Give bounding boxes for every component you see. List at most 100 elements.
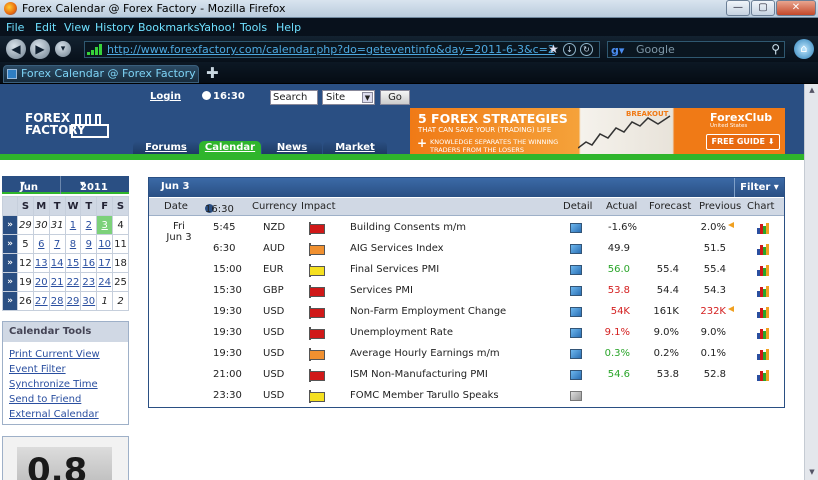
nav-tab-calendar[interactable]: Calendar [199,141,261,155]
calendar-day-link[interactable]: 17 [98,258,111,269]
table-row[interactable]: 19:30 USD Average Hourly Earnings m/m 0.… [149,344,784,365]
vertical-scrollbar[interactable]: ▲ ▼ [804,84,818,480]
dropdown-arrow-icon[interactable]: ▼ [362,92,373,103]
impact-flag-icon[interactable] [309,222,326,235]
table-row[interactable]: 19:30 USD Unemployment Rate 9.1% 9.0% 9.… [149,323,784,344]
bookmark-star-icon[interactable]: ★ [547,43,560,56]
impact-flag-icon[interactable] [309,369,326,382]
calendar-day[interactable]: 18 [112,253,129,273]
maximize-button[interactable]: ▢ [751,0,775,16]
menu-bookmarks[interactable]: Bookmarks [138,21,199,34]
calendar-day-link[interactable]: 7 [54,239,60,250]
chart-icon[interactable] [757,370,770,381]
event-title[interactable]: ISM Non-Manufacturing PMI [350,369,488,380]
calendar-day[interactable]: 11 [112,234,129,254]
forward-button[interactable]: ▶ [30,39,50,59]
chart-icon[interactable] [757,307,770,318]
back-button[interactable]: ◀ [6,39,26,59]
calendar-day[interactable]: 13 [32,253,50,273]
table-row[interactable]: 21:00 USD ISM Non-Manufacturing PMI 54.6… [149,365,784,386]
header-clock[interactable]: 16:30 [202,91,245,102]
chart-icon[interactable] [757,349,770,360]
calendar-day-link[interactable]: 9 [86,239,92,250]
calendar-day-link[interactable]: 30 [82,296,95,307]
detail-folder-icon[interactable] [570,349,582,359]
calendar-day[interactable]: 6 [32,234,50,254]
close-button[interactable]: ✕ [776,0,816,16]
new-tab-plus-icon[interactable]: ✚ [206,64,219,82]
nav-tab-forums[interactable]: Forums [133,141,199,155]
year-selector[interactable]: 2011 ▾ [80,179,108,193]
calendar-day[interactable]: 15 [64,253,82,273]
event-title[interactable]: Average Hourly Earnings m/m [350,348,500,359]
calendar-day-link[interactable]: 20 [35,277,48,288]
table-row[interactable]: 23:30 USD FOMC Member Tarullo Speaks [149,386,784,407]
dropdown-history-icon[interactable]: ▾ [55,41,71,57]
calendar-day-link[interactable]: 13 [35,258,48,269]
synchronize-time-link[interactable]: Synchronize Time [3,377,128,392]
detail-folder-icon[interactable] [570,307,582,317]
calendar-day-link[interactable]: 28 [51,296,64,307]
event-title[interactable]: AIG Services Index [350,243,444,254]
nav-tab-market[interactable]: Market [323,141,387,155]
scroll-down-icon[interactable]: ▼ [807,468,817,478]
calendar-day[interactable]: 14 [48,253,66,273]
go-button[interactable]: Go [380,90,410,105]
table-row[interactable]: 5:45 NZD Building Consents m/m -1.6% 2.0… [149,218,784,239]
calendar-day[interactable]: 21 [48,272,66,292]
table-row[interactable]: 19:30 USD Non-Farm Employment Change 54K… [149,302,784,323]
table-row[interactable]: 6:30 AUD AIG Services Index 49.9 51.5 [149,239,784,260]
detail-folder-icon[interactable] [570,391,582,401]
calendar-day-link[interactable]: 24 [98,277,111,288]
month-selector[interactable]: Jun ▾ [20,179,38,193]
impact-flag-icon[interactable] [309,390,326,403]
calendar-day[interactable]: 29 [17,215,34,235]
calendar-day-link[interactable]: 14 [51,258,64,269]
home-icon[interactable]: ⌂ [794,39,814,59]
calendar-day-link[interactable]: 16 [82,258,95,269]
calendar-day[interactable]: 3 [96,215,114,235]
calendar-day[interactable]: 17 [96,253,114,273]
calendar-day-link[interactable]: 15 [67,258,80,269]
google-icon[interactable]: g▾ [611,43,624,58]
feed-icon[interactable]: ↓ [563,43,576,56]
calendar-day[interactable]: 1 [64,215,82,235]
event-title[interactable]: Building Consents m/m [350,222,466,233]
minimize-button[interactable]: — [726,0,750,16]
calendar-day[interactable]: 5 [17,234,34,254]
calendar-day[interactable]: 30 [80,291,98,311]
impact-flag-icon[interactable] [309,243,326,256]
impact-flag-icon[interactable] [309,264,326,277]
event-title[interactable]: Final Services PMI [350,264,439,275]
calendar-day[interactable]: 20 [32,272,50,292]
calendar-day[interactable]: 16 [80,253,98,273]
calendar-day[interactable]: 26 [17,291,34,311]
table-row[interactable]: 15:00 EUR Final Services PMI 56.0 55.4 5… [149,260,784,281]
calendar-day-link[interactable]: 22 [67,277,80,288]
impact-flag-icon[interactable] [309,348,326,361]
detail-folder-icon[interactable] [570,370,582,380]
filter-button[interactable]: Filter ▾ [734,178,784,197]
chart-icon[interactable] [757,265,770,276]
week-link[interactable]: » [2,291,18,311]
calendar-day-link[interactable]: 1 [70,220,76,231]
calendar-day[interactable]: 23 [80,272,98,292]
calendar-day[interactable]: 24 [96,272,114,292]
menu-history[interactable]: History [95,21,134,34]
chart-icon[interactable] [757,286,770,297]
tab-forex-calendar[interactable]: Forex Calendar @ Forex Factory [3,65,199,83]
advertisement-banner[interactable]: 5 FOREX STRATEGIES THAT CAN SAVE YOUR (T… [410,108,785,156]
calendar-day-link[interactable]: 27 [35,296,48,307]
search-scope-select[interactable]: Site ▼ [322,90,375,105]
calendar-day[interactable]: 28 [48,291,66,311]
calendar-day[interactable]: 4 [112,215,129,235]
chart-icon[interactable] [757,244,770,255]
calendar-day[interactable]: 8 [64,234,82,254]
week-link[interactable]: » [2,234,18,254]
reload-icon[interactable]: ↻ [580,43,593,56]
week-link[interactable]: » [2,215,18,235]
impact-flag-icon[interactable] [309,306,326,319]
detail-folder-icon[interactable] [570,223,582,233]
menu-edit[interactable]: Edit [35,21,56,34]
chart-icon[interactable] [757,223,770,234]
